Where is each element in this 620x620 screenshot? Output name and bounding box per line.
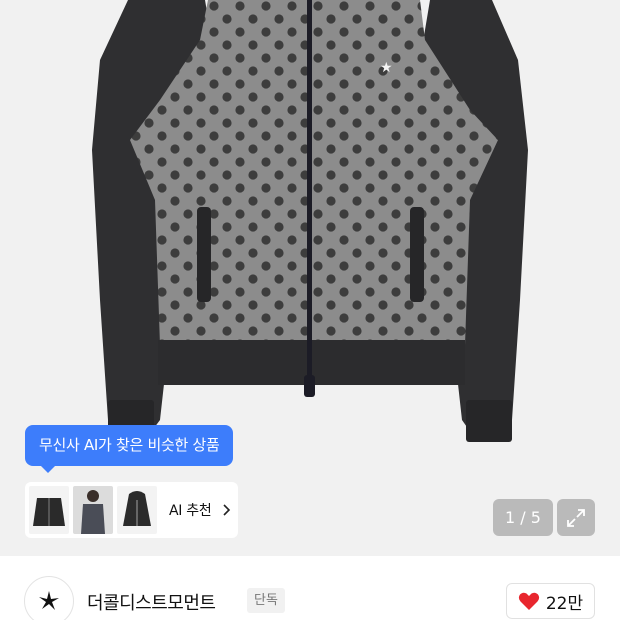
product-detail-screen: ★ 무신사 AI가 찾은 비슷한 상품 AI 추천 1 / 5 더콜디스트모먼트… xyxy=(0,0,620,620)
heart-icon xyxy=(518,592,539,610)
brand-bar: 더콜디스트모먼트 단독 22만 xyxy=(0,556,620,620)
product-image[interactable]: ★ xyxy=(0,0,620,556)
brand-name[interactable]: 더콜디스트모먼트 xyxy=(87,589,216,615)
ai-recommend-label: AI 추천 xyxy=(169,503,212,519)
expand-icon xyxy=(567,508,585,527)
expand-button[interactable] xyxy=(557,499,595,536)
brand-logo[interactable] xyxy=(24,576,74,620)
jacket-illustration: ★ xyxy=(92,0,528,442)
tooltip-tail xyxy=(40,465,56,473)
svg-text:★: ★ xyxy=(380,60,393,76)
exclusive-badge: 단독 xyxy=(247,588,285,613)
star-logo-icon xyxy=(39,591,59,610)
like-count: 22만 xyxy=(545,593,584,614)
ai-thumb-1[interactable] xyxy=(29,486,69,534)
ai-thumb-3[interactable] xyxy=(117,486,157,534)
ai-thumb-2[interactable] xyxy=(73,486,113,534)
chevron-right-icon xyxy=(223,504,231,516)
ai-recommend-strip[interactable]: AI 추천 xyxy=(25,482,238,538)
like-button[interactable]: 22만 xyxy=(506,583,595,619)
ai-similar-tooltip[interactable]: 무신사 AI가 찾은 비슷한 상품 xyxy=(25,425,234,466)
image-pager: 1 / 5 xyxy=(493,499,553,536)
